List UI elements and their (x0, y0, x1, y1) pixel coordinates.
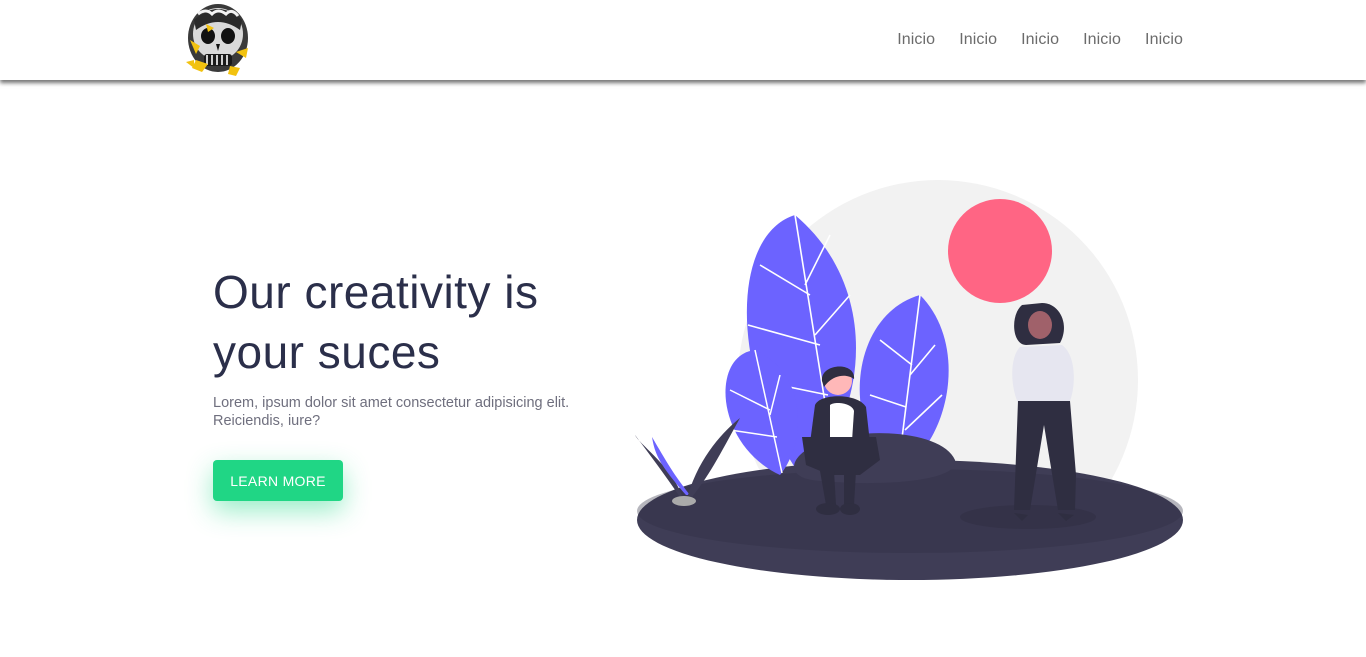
people-with-plants-illustration (630, 175, 1190, 585)
hero-subtitle-line-1: Lorem, ipsum dolor sit amet consectetur … (213, 395, 570, 411)
nav-link-inicio-5[interactable]: Inicio (1145, 31, 1183, 49)
hero-title-line-2: your suces (213, 326, 441, 378)
learn-more-button[interactable]: LEARN MORE (213, 460, 343, 501)
hero-title-line-1: Our creativity is (213, 266, 539, 318)
nav-link-inicio-2[interactable]: Inicio (959, 31, 997, 49)
nav-link-inicio-4[interactable]: Inicio (1083, 31, 1121, 49)
nav-link-inicio-1[interactable]: Inicio (897, 31, 935, 49)
hero-section: Our creativity is your suces Lorem, ipsu… (213, 262, 633, 430)
hero-subtitle-line-2: Reiciendis, iure? (213, 413, 321, 429)
hero-subtitle: Lorem, ipsum dolor sit amet consectetur … (213, 394, 633, 430)
nav-link-inicio-3[interactable]: Inicio (1021, 31, 1059, 49)
main-nav: Inicio Inicio Inicio Inicio Inicio (873, 31, 1183, 49)
skull-logo-icon[interactable] (180, 0, 256, 80)
navbar: Inicio Inicio Inicio Inicio Inicio (0, 0, 1366, 80)
hero-title: Our creativity is your suces (213, 262, 633, 382)
